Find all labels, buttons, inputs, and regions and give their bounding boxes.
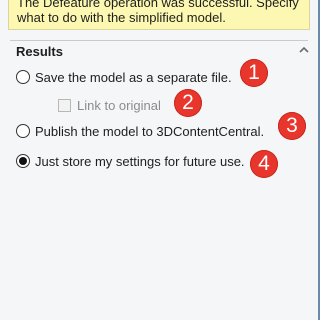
option-save-separate-file[interactable]: Save the model as a separate file. <box>16 68 232 86</box>
radio-publish-3dcontentcentral[interactable] <box>16 124 30 138</box>
option-store-settings[interactable]: Just store my settings for future use. <box>16 152 245 170</box>
radio-save-separate-file[interactable] <box>16 70 30 84</box>
option-publish-3dcontentcentral[interactable]: Publish the model to 3DContentCentral. <box>16 122 264 140</box>
collapse-section-button[interactable] <box>296 42 312 58</box>
radio-store-settings[interactable] <box>16 154 30 168</box>
message-banner: The Defeature operation was successful. … <box>8 0 310 30</box>
callout-badge-4: 4 <box>250 150 278 178</box>
message-line-1: The Defeature operation was successful. … <box>17 0 299 10</box>
option-label-store-settings: Just store my settings for future use. <box>35 153 245 169</box>
link-to-original-label: Link to original <box>77 97 161 113</box>
callout-badge-2: 2 <box>174 89 202 117</box>
message-line-2: what to do with the simplified model. <box>17 10 226 25</box>
results-section-title: Results <box>16 44 63 59</box>
chevron-up-icon <box>299 46 309 53</box>
option-label-publish-3dcontentcentral: Publish the model to 3DContentCentral. <box>35 123 265 139</box>
link-to-original-option[interactable]: Link to original <box>58 97 161 113</box>
option-label-save-separate-file: Save the model as a separate file. <box>35 69 232 85</box>
callout-badge-1: 1 <box>240 59 268 87</box>
property-manager-panel: The Defeature operation was successful. … <box>8 0 310 320</box>
section-divider <box>10 40 308 41</box>
callout-badge-3: 3 <box>278 112 306 140</box>
link-to-original-checkbox[interactable] <box>58 98 71 112</box>
